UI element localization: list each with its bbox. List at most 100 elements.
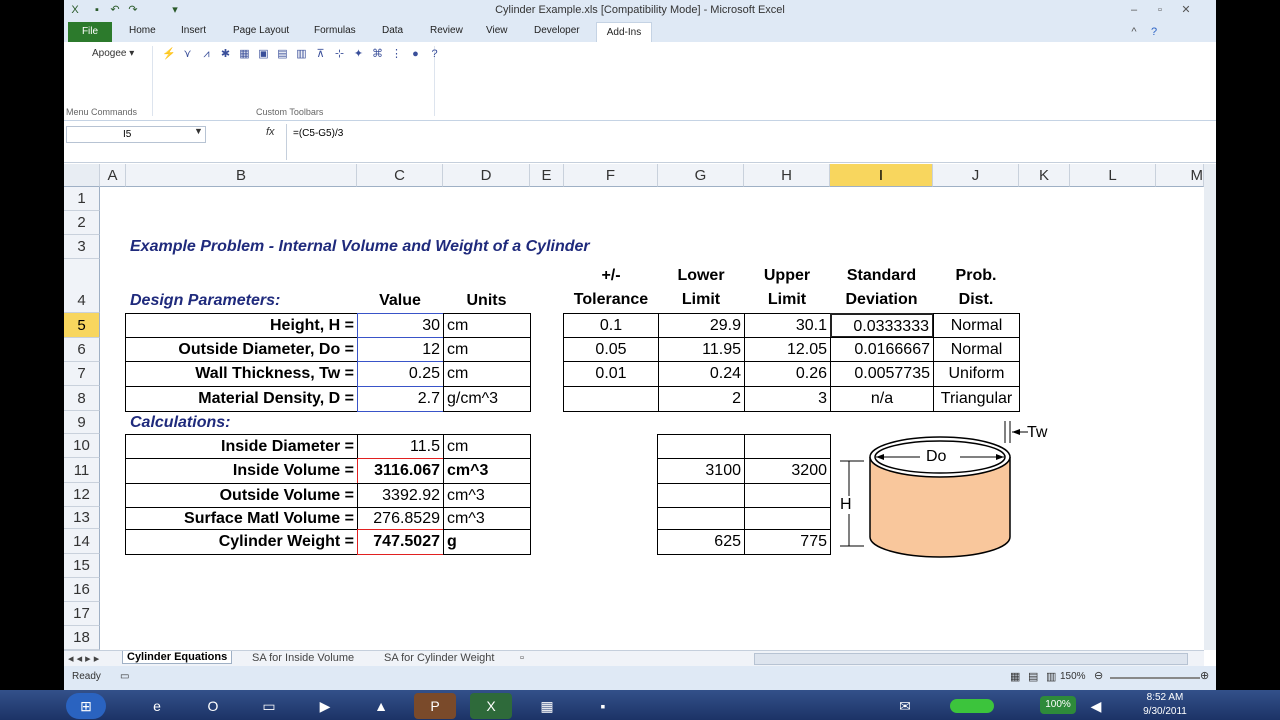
row-header-3[interactable]: 3 [64, 235, 100, 259]
media-player-icon[interactable]: ▶ [304, 693, 346, 719]
calc-unit-outside-volume[interactable]: cm^3 [443, 483, 531, 508]
tab-insert[interactable]: Insert [181, 25, 206, 36]
calc-lower-cylinder-weight[interactable]: 625 [657, 529, 745, 555]
zoom-in-icon[interactable]: ⊕ [1200, 669, 1209, 682]
col-header-m[interactable]: M [1156, 164, 1204, 187]
param-value-outside-diameter[interactable]: 12 [357, 337, 444, 362]
page-layout-view-icon[interactable]: ▤ [1028, 670, 1038, 683]
tool-record-icon[interactable]: ● [409, 48, 422, 61]
zoom-level[interactable]: 150% [1060, 671, 1086, 682]
zoom-slider[interactable] [1110, 677, 1200, 679]
battery-indicator[interactable] [950, 699, 994, 713]
dist-height[interactable]: Normal [933, 313, 1020, 338]
dist-material-density[interactable]: Triangular [933, 386, 1020, 412]
apogee-menu[interactable]: Apogee ▾ [92, 48, 134, 59]
name-box[interactable]: I5 [66, 126, 206, 143]
tool-chart-icon[interactable]: ⊼ [314, 48, 327, 61]
new-sheet-icon[interactable]: ▫ [520, 652, 524, 664]
start-button-icon[interactable]: ⊞ [66, 693, 106, 719]
upper-outside-diameter[interactable]: 12.05 [744, 337, 831, 362]
row-header-15[interactable]: 15 [64, 554, 100, 578]
calc-label-surface-matl-volume[interactable]: Surface Matl Volume = [125, 507, 358, 530]
col-header-j[interactable]: J [933, 164, 1019, 187]
tab-home[interactable]: Home [129, 25, 156, 36]
sheet-nav-arrows[interactable]: ◂ ◂ ▸ ▸ [68, 652, 99, 665]
param-value-wall-thickness[interactable]: 0.25 [357, 361, 444, 387]
row-header-9[interactable]: 9 [64, 411, 100, 434]
col-header-h[interactable]: H [744, 164, 830, 187]
ribbon-minimize-icon[interactable]: ^ [1124, 24, 1144, 40]
minimize-icon[interactable]: – [1124, 2, 1144, 18]
param-unit-wall-thickness[interactable]: cm [443, 361, 531, 387]
tool-spark-icon[interactable]: ✦ [352, 48, 365, 61]
param-label-wall-thickness[interactable]: Wall Thickness, Tw = [125, 361, 358, 387]
tab-developer[interactable]: Developer [534, 25, 580, 36]
row-header-18[interactable]: 18 [64, 626, 100, 650]
std-height-selected[interactable]: 0.0333333 [830, 313, 934, 338]
row-header-2[interactable]: 2 [64, 211, 100, 235]
calc-upper-outside-volume[interactable] [744, 483, 831, 508]
col-header-d[interactable]: D [443, 164, 530, 187]
macro-record-icon[interactable]: ▭ [120, 671, 129, 682]
calc-label-inside-diameter[interactable]: Inside Diameter = [125, 434, 358, 459]
tool-y-icon[interactable]: ⋎ [181, 48, 194, 61]
row-header-13[interactable]: 13 [64, 507, 100, 529]
row-header-12[interactable]: 12 [64, 483, 100, 507]
tool-lightning-icon[interactable]: ⚡ [162, 48, 176, 61]
calc-upper-cylinder-weight[interactable]: 775 [744, 529, 831, 555]
tool-table-icon[interactable]: ▦ [238, 48, 251, 61]
calc-unit-inside-diameter[interactable]: cm [443, 434, 531, 459]
horizontal-scrollbar[interactable] [754, 653, 1188, 665]
select-all-corner[interactable] [64, 164, 100, 187]
calc-value-cylinder-weight[interactable]: 747.5027 [357, 529, 444, 555]
upper-material-density[interactable]: 3 [744, 386, 831, 412]
calc-lower-outside-volume[interactable] [657, 483, 745, 508]
tab-data[interactable]: Data [382, 25, 403, 36]
calc-upper-inside-diameter[interactable] [744, 434, 831, 459]
row-header-16[interactable]: 16 [64, 578, 100, 602]
tool-help-icon[interactable]: ? [428, 48, 441, 61]
param-label-outside-diameter[interactable]: Outside Diameter, Do = [125, 337, 358, 362]
tool-star-icon[interactable]: ✱ [219, 48, 232, 61]
volume-icon[interactable]: ◀ [1084, 693, 1108, 719]
tool-link-icon[interactable]: ⌘ [371, 48, 384, 61]
row-header-11[interactable]: 11 [64, 458, 100, 483]
tool-sheet-icon[interactable]: ▥ [295, 48, 308, 61]
param-value-material-density[interactable]: 2.7 [357, 386, 444, 412]
explorer-folder-icon[interactable]: ▭ [248, 693, 290, 719]
lower-outside-diameter[interactable]: 11.95 [658, 337, 745, 362]
tool-copy-icon[interactable]: ▣ [257, 48, 270, 61]
calc-value-inside-volume[interactable]: 3116.067 [357, 458, 444, 484]
param-unit-height[interactable]: cm [443, 313, 531, 338]
maximize-icon[interactable]: ▫ [1150, 2, 1170, 18]
tab-formulas[interactable]: Formulas [314, 25, 356, 36]
worksheet-grid[interactable]: A B C D E F G H I J K L M 1 2 3 4 5 6 7 … [64, 164, 1204, 650]
row-header-14[interactable]: 14 [64, 529, 100, 554]
tab-review[interactable]: Review [430, 25, 463, 36]
col-header-c[interactable]: C [357, 164, 443, 187]
formula-input[interactable]: =(C5-G5)/3 [286, 124, 1205, 160]
tool-grid-icon[interactable]: ▤ [276, 48, 289, 61]
row-header-5[interactable]: 5 [64, 313, 100, 338]
calc-lower-inside-diameter[interactable] [657, 434, 745, 459]
tab-file[interactable]: File [68, 22, 112, 42]
col-header-e[interactable]: E [530, 164, 564, 187]
calc-unit-cylinder-weight[interactable]: g [443, 529, 531, 555]
calc-lower-inside-volume[interactable]: 3100 [657, 458, 745, 484]
tool-n-icon[interactable]: ⩘ [200, 48, 213, 61]
row-header-1[interactable]: 1 [64, 187, 100, 211]
calc-value-surface-matl-volume[interactable]: 276.8529 [357, 507, 444, 530]
std-material-density[interactable]: n/a [830, 386, 934, 412]
col-header-a[interactable]: A [100, 164, 126, 187]
save-disk-icon[interactable]: ▪ [582, 693, 624, 719]
col-header-f[interactable]: F [564, 164, 658, 187]
sheet-tab-sa-cylinder-weight[interactable]: SA for Cylinder Weight [384, 652, 494, 664]
normal-view-icon[interactable]: ▦ [1010, 670, 1020, 683]
param-unit-outside-diameter[interactable]: cm [443, 337, 531, 362]
col-header-g[interactable]: G [658, 164, 744, 187]
param-label-material-density[interactable]: Material Density, D = [125, 386, 358, 412]
calc-upper-inside-volume[interactable]: 3200 [744, 458, 831, 484]
col-header-b[interactable]: B [126, 164, 357, 187]
row-header-10[interactable]: 10 [64, 434, 100, 458]
row-header-6[interactable]: 6 [64, 338, 100, 362]
